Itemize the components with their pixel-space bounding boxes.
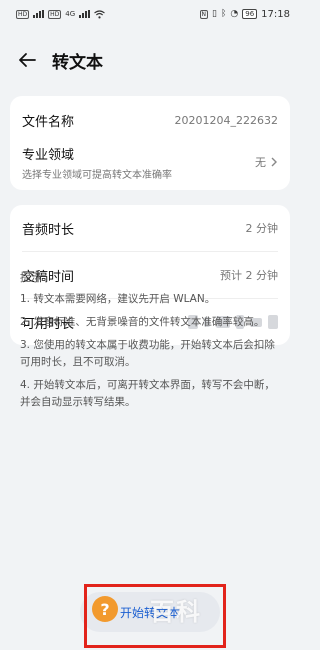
back-button[interactable] [16,49,38,71]
page-title: 转文本 [52,52,103,73]
filename-row: 文件名称 20201204_222632 [10,110,290,130]
domain-label: 专业领域 [22,147,75,163]
question-mark-icon: ? [92,596,118,622]
domain-text: 专业领域 选择专业领域可提高转文本准确率 [22,144,172,181]
vibrate-icon: ▯ [212,9,217,19]
status-right: N ▯ ᛒ ◔ 96 17:18 [199,8,290,20]
tip-item: 2. 发音标准、无背景噪音的文件转文本准确率较高。 [20,316,265,328]
tips-section: 提示 1. 转文本需要网络，建议先开启 WLAN。 2. 发音标准、无背景噪音的… [20,268,282,411]
tip-item: 4. 开始转文本后，可离开转文本界面，转写不会中断，并会自动显示转写结果。 [20,379,275,408]
sim1-icon: HD [16,9,30,19]
signal-icon [33,10,45,18]
wifi-icon [94,9,106,18]
tips-title: 提示 [20,271,42,284]
alarm-icon: ◔ [230,9,239,19]
filename-value: 20201204_222632 [174,113,278,127]
clock: 17:18 [261,8,290,20]
tip-item: 3. 您使用的转文本属于收费功能，开始转文本后会扣除可用时长，且不可取消。 [20,339,275,368]
audio-duration-label: 音频时长 [22,222,75,238]
status-bar: HD HD 4G N ▯ ᛒ ◔ 96 17:18 [0,0,300,28]
signal2-icon [79,10,91,18]
nfc-icon: N [199,9,209,19]
domain-row[interactable]: 专业领域 选择专业领域可提高转文本准确率 无 [10,142,290,182]
status-left: HD HD 4G [16,9,106,19]
tip-item: 1. 转文本需要网络，建议先开启 WLAN。 [20,293,216,305]
filename-label: 文件名称 [22,114,75,130]
sim2-icon: HD [48,9,62,19]
file-info-card: 文件名称 20201204_222632 专业领域 选择专业领域可提高转文本准确… [10,96,290,190]
audio-duration-value: 2 分钟 [245,222,279,235]
battery-icon: 96 [242,9,258,19]
chevron-right-icon [271,157,277,167]
start-button-label: 开始转文本 [119,605,180,620]
domain-selector[interactable]: 无 [255,154,278,170]
arrow-left-icon [19,53,36,67]
domain-subtitle: 选择专业领域可提高转文本准确率 [22,169,172,181]
network-type: 4G [65,10,76,18]
domain-value: 无 [255,156,266,169]
bluetooth-icon: ᛒ [220,9,227,19]
header: 转文本 [0,44,300,76]
audio-duration-row: 音频时长 2 分钟 [10,205,290,251]
